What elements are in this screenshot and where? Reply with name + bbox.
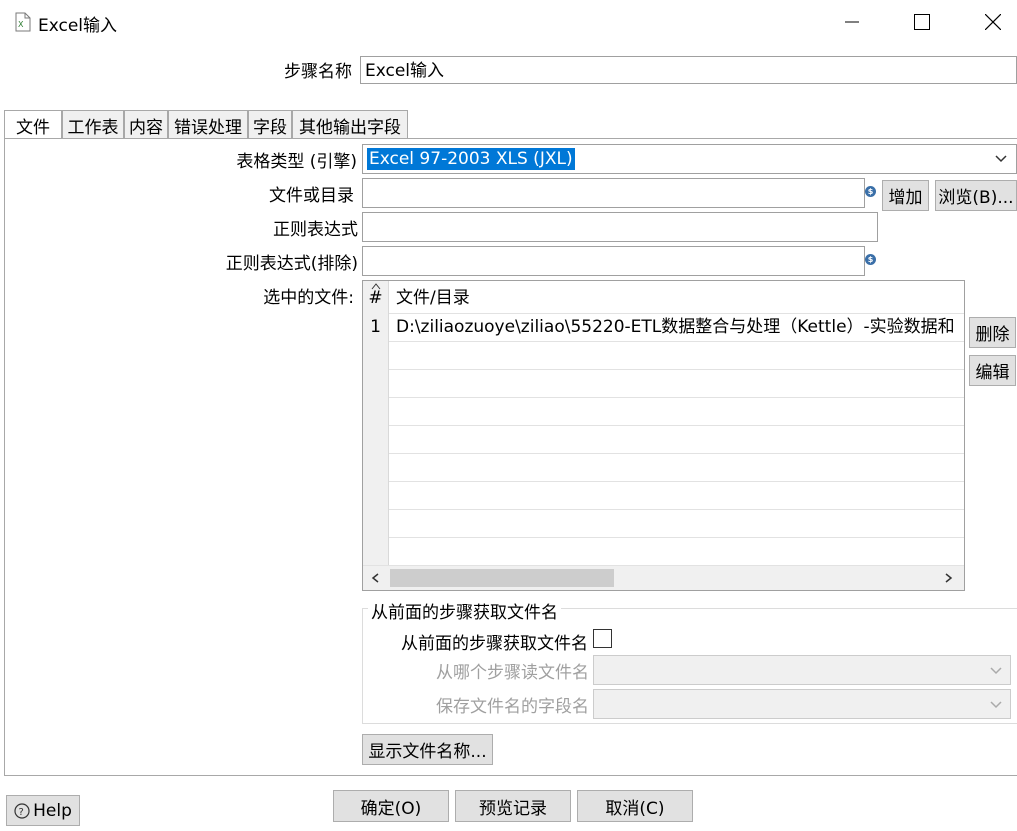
selected-files-table[interactable]: # 文件/目录 1 D:\ziliaozuoye\ziliao\55220-ET… bbox=[362, 280, 965, 591]
minimize-icon bbox=[845, 21, 859, 23]
add-file-button[interactable]: 增加 bbox=[882, 180, 929, 211]
tab-additional-output-fields[interactable]: 其他输出字段 bbox=[292, 110, 408, 139]
regex-exclude-input[interactable] bbox=[362, 246, 865, 276]
table-row bbox=[363, 425, 964, 454]
regex-input[interactable] bbox=[362, 212, 878, 242]
svg-text:?: ? bbox=[19, 807, 24, 818]
variable-icon: $ bbox=[865, 186, 876, 197]
regex-exclude-label: 正则表达式(排除) bbox=[225, 254, 358, 274]
cancel-button[interactable]: 取消(C) bbox=[577, 790, 693, 822]
scroll-left-icon[interactable] bbox=[371, 573, 379, 583]
spreadsheet-type-select[interactable]: Excel 97-2003 XLS (JXL) bbox=[362, 144, 1017, 174]
scrollbar-thumb[interactable] bbox=[390, 569, 614, 587]
show-filenames-button[interactable]: 显示文件名称... bbox=[362, 734, 493, 765]
table-row bbox=[363, 453, 964, 482]
scroll-right-icon[interactable] bbox=[945, 573, 953, 583]
table-row[interactable]: 1 D:\ziliaozuoye\ziliao\55220-ETL数据整合与处理… bbox=[363, 313, 964, 342]
regex-label: 正则表达式 bbox=[273, 220, 358, 240]
chevron-down-icon bbox=[995, 155, 1007, 163]
edit-button[interactable]: 编辑 bbox=[969, 355, 1016, 386]
column-header-path[interactable]: 文件/目录 bbox=[396, 281, 470, 315]
spreadsheet-type-label: 表格类型 (引擎) bbox=[236, 152, 357, 172]
excel-file-icon: X bbox=[15, 12, 31, 32]
tab-error-handling[interactable]: 错误处理 bbox=[168, 110, 248, 139]
horizontal-scrollbar[interactable] bbox=[363, 565, 964, 590]
svg-text:X: X bbox=[18, 20, 24, 29]
source-step-label: 从哪个步骤读文件名 bbox=[436, 663, 589, 683]
preview-button[interactable]: 预览记录 bbox=[455, 790, 571, 822]
browse-button[interactable]: 浏览(B)... bbox=[935, 180, 1017, 211]
file-or-dir-input[interactable] bbox=[362, 178, 865, 208]
window-title: Excel输入 bbox=[38, 16, 118, 36]
tab-fields[interactable]: 字段 bbox=[248, 110, 292, 139]
accept-filenames-checkbox[interactable] bbox=[593, 629, 612, 648]
row-number: 1 bbox=[363, 313, 389, 341]
minimize-button[interactable] bbox=[829, 6, 875, 38]
table-row bbox=[363, 341, 964, 370]
step-name-input[interactable]: Excel输入 bbox=[360, 56, 1017, 84]
tab-sheets[interactable]: 工作表 bbox=[62, 110, 124, 139]
maximize-icon bbox=[914, 14, 930, 30]
source-step-select[interactable] bbox=[593, 655, 1011, 685]
step-name-label: 步骤名称 bbox=[284, 62, 352, 82]
table-row bbox=[363, 397, 964, 426]
ok-button[interactable]: 确定(O) bbox=[333, 790, 449, 822]
file-or-dir-label: 文件或目录 bbox=[269, 186, 354, 206]
tab-content[interactable]: 内容 bbox=[124, 110, 168, 139]
delete-button[interactable]: 删除 bbox=[969, 317, 1016, 348]
help-label: Help bbox=[33, 800, 72, 821]
filename-field-select[interactable] bbox=[593, 689, 1011, 719]
help-icon: ? bbox=[14, 802, 30, 819]
table-header: # 文件/目录 bbox=[363, 281, 964, 314]
sort-icon bbox=[371, 283, 381, 290]
group-title: 从前面的步骤获取文件名 bbox=[368, 598, 561, 623]
tab-file[interactable]: 文件 bbox=[4, 110, 62, 140]
maximize-button[interactable] bbox=[899, 6, 945, 38]
accept-filenames-label: 从前面的步骤获取文件名 bbox=[401, 634, 588, 654]
title-bar: X Excel输入 bbox=[0, 0, 1017, 44]
table-row bbox=[363, 509, 964, 538]
table-row bbox=[363, 369, 964, 398]
selected-files-label: 选中的文件: bbox=[263, 288, 354, 308]
row-path: D:\ziliaozuoye\ziliao\55220-ETL数据整合与处理（K… bbox=[396, 317, 955, 337]
chevron-down-icon bbox=[990, 701, 1002, 709]
help-button[interactable]: ? Help bbox=[6, 795, 80, 826]
filename-field-label: 保存文件名的字段名 bbox=[436, 697, 589, 717]
table-row bbox=[363, 481, 964, 510]
chevron-down-icon bbox=[990, 667, 1002, 675]
variable-icon: $ bbox=[865, 254, 876, 265]
close-icon bbox=[985, 14, 1001, 30]
spreadsheet-type-value: Excel 97-2003 XLS (JXL) bbox=[367, 148, 575, 170]
table-row bbox=[363, 537, 964, 565]
close-button[interactable] bbox=[970, 6, 1016, 38]
